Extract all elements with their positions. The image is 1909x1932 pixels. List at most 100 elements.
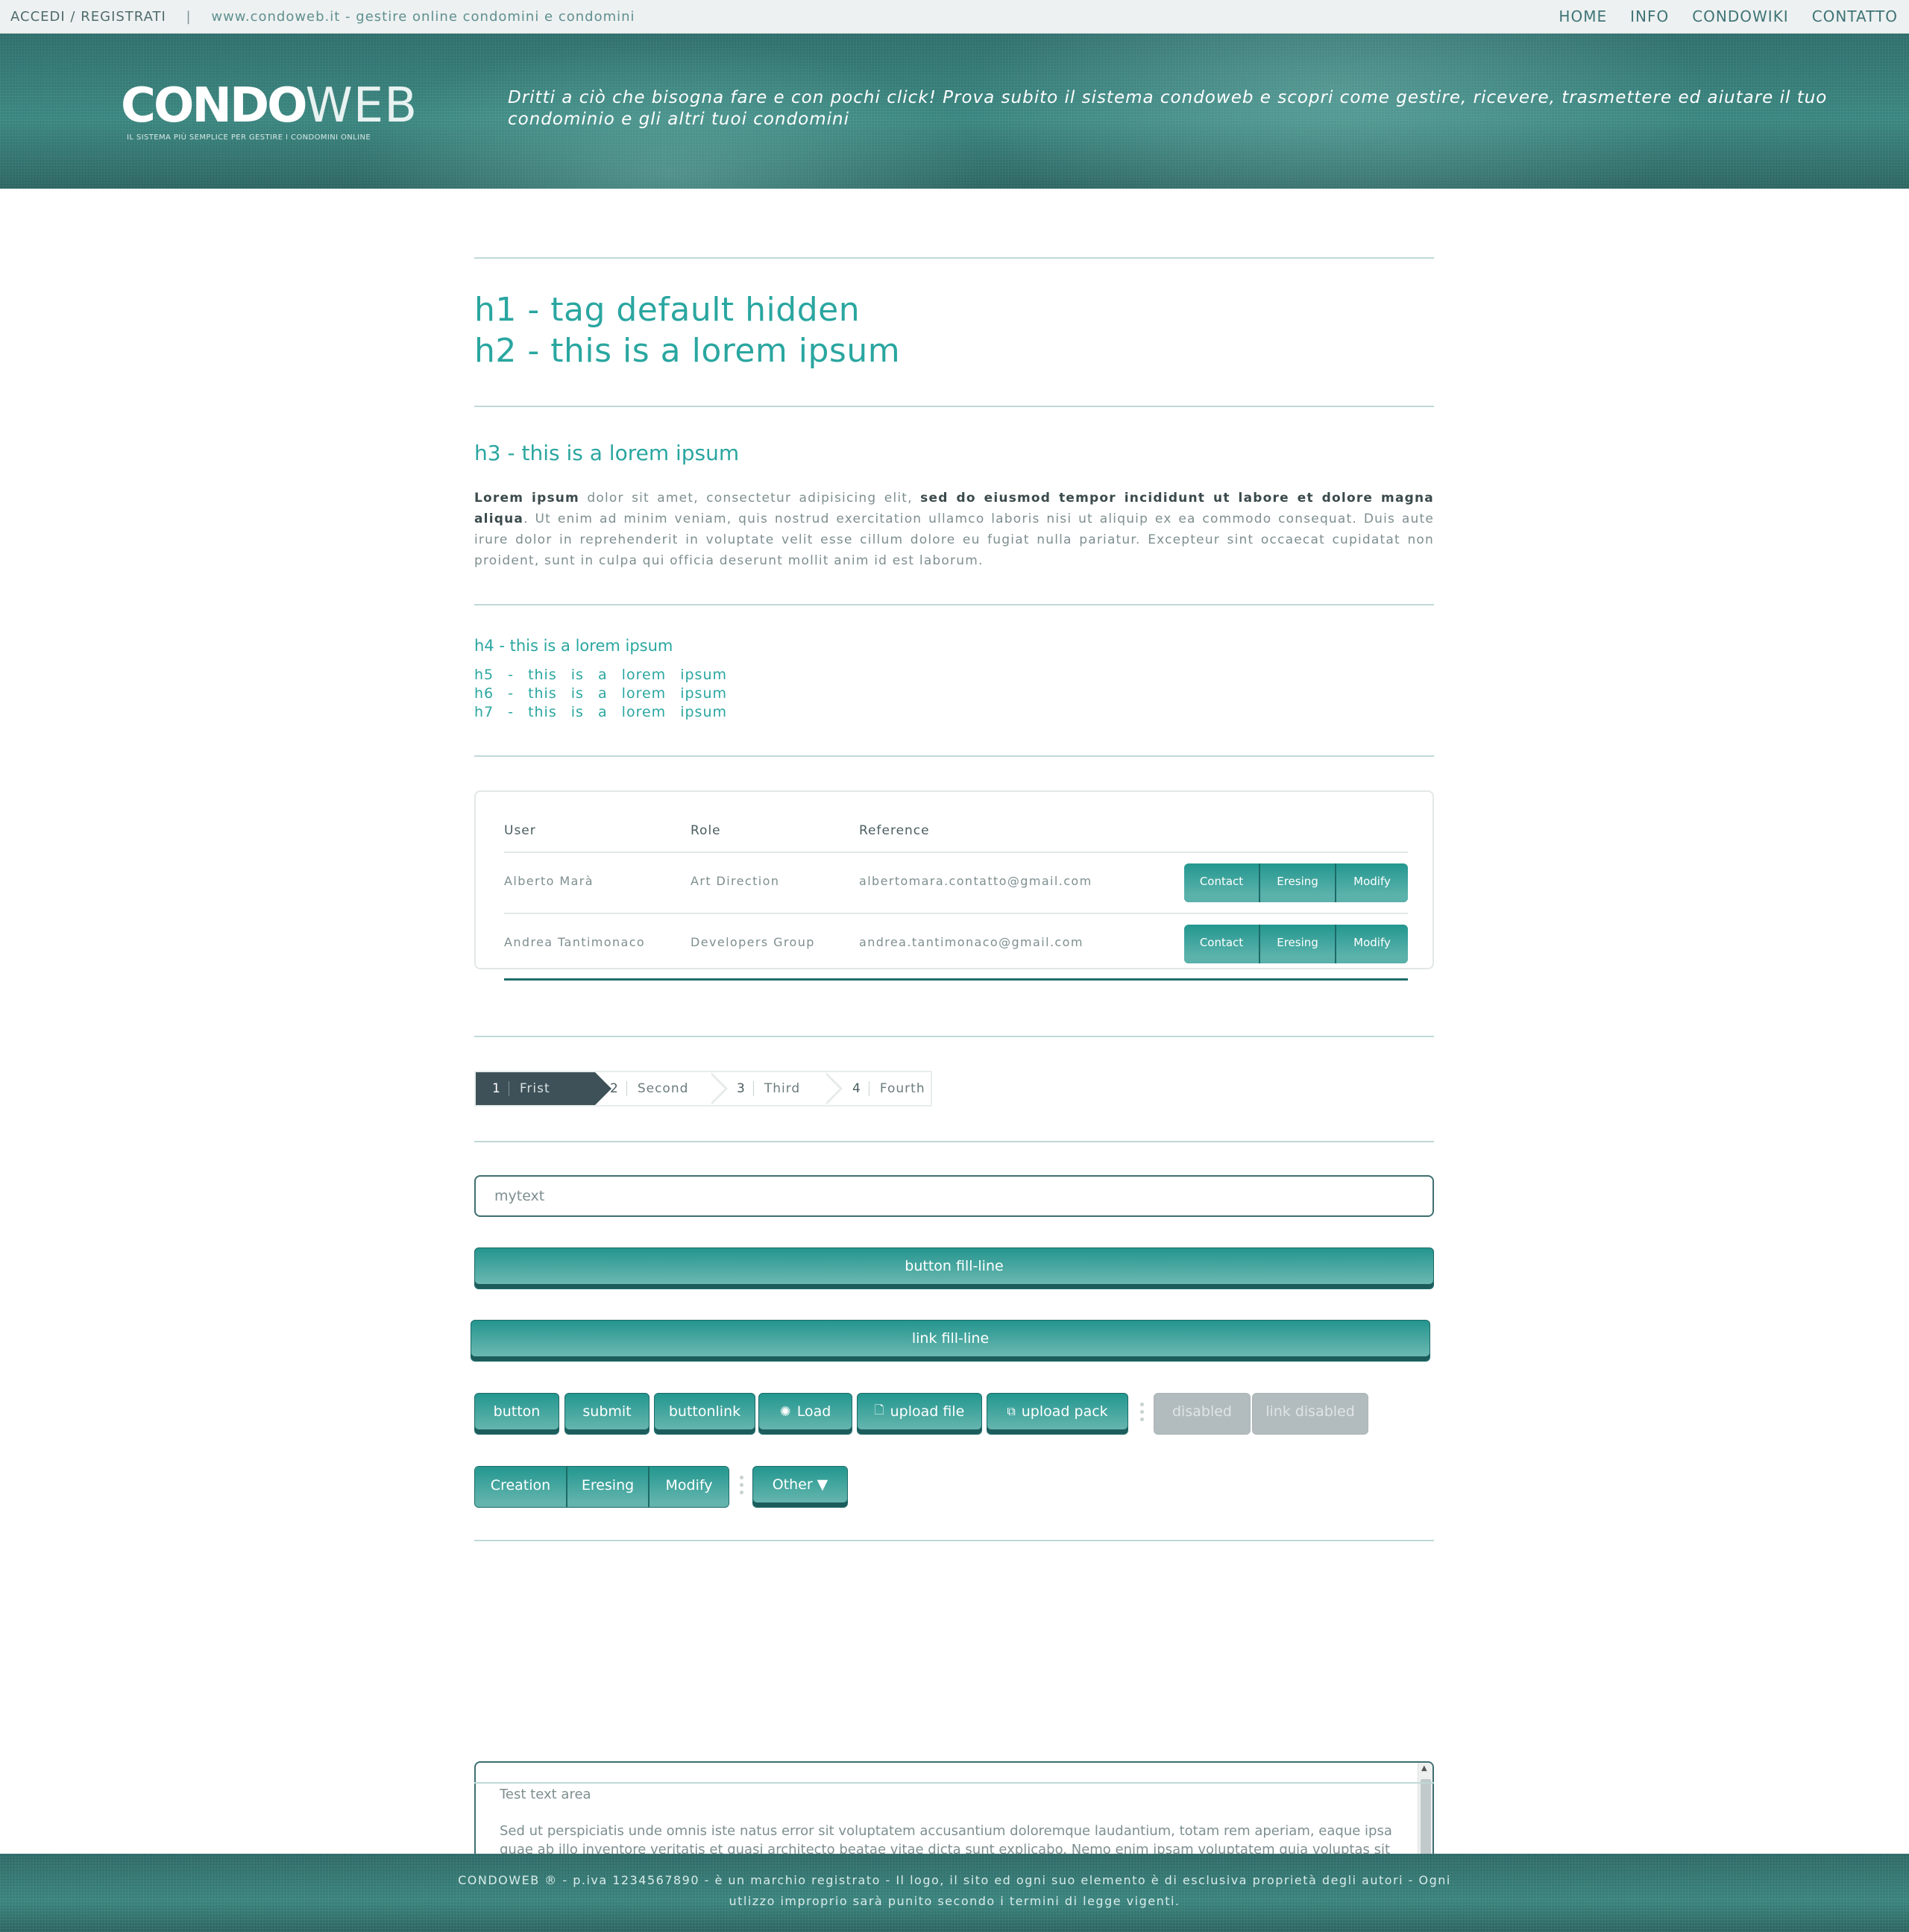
table-bottom-line [504, 978, 1408, 981]
heading-h4: h4 - this is a lorem ipsum [474, 637, 673, 655]
table-row: Andrea Tantimonaco Developers Group andr… [504, 913, 1408, 974]
upload-file-label: upload file [890, 1403, 965, 1420]
heading-h2: h2 - this is a lorem ipsum [474, 332, 901, 370]
column-header-reference: Reference [859, 823, 930, 838]
top-bar-left: ACCEDI / REGISTRATI | www.condoweb.it - … [10, 0, 635, 34]
logo-tagline: IL SISTEMA PIÙ SEMPLICE PER GESTIRE I CO… [127, 133, 371, 142]
footer-text: CONDOWEB ® - p.iva 1234567890 - è un mar… [458, 1873, 1451, 1908]
cell-user: Andrea Tantimonaco [504, 935, 646, 949]
footer: CONDOWEB ® - p.iva 1234567890 - è un mar… [0, 1854, 1909, 1932]
files-icon: ⧉ [1007, 1404, 1016, 1418]
nav-condowiki[interactable]: CONDOWIKI [1692, 0, 1789, 34]
modify-button[interactable]: Modify [1336, 863, 1408, 902]
button-button[interactable]: button [474, 1393, 559, 1435]
segmented-buttons: Creation Eresing Modify [474, 1466, 729, 1508]
heading-h3: h3 - this is a lorem ipsum [474, 441, 740, 465]
textarea-title: Test text area [500, 1787, 591, 1802]
paragraph-text: . Ut enim ad minim veniam, quis nostrud … [474, 512, 1434, 568]
top-bar: ACCEDI / REGISTRATI | www.condoweb.it - … [0, 0, 1909, 34]
users-table-card: User Role Reference Alberto Marà Art Dir… [474, 790, 1434, 981]
lorem-paragraph: Lorem ipsum dolor sit amet, consectetur … [474, 488, 1434, 571]
other-dropdown-button[interactable]: Other ▼ [752, 1466, 848, 1508]
divider [474, 406, 1434, 407]
modify-button[interactable]: Modify [650, 1467, 729, 1507]
step-number: 1 [492, 1081, 509, 1096]
divider [474, 1036, 1434, 1037]
step-chevron [825, 1072, 843, 1105]
submit-button[interactable]: submit [564, 1393, 650, 1435]
main-nav: HOME INFO CONDOWIKI CONTATTO [1559, 0, 1898, 34]
nav-contatto[interactable]: CONTATTO [1812, 0, 1898, 34]
table-row: Alberto Marà Art Direction albertomara.c… [504, 852, 1408, 913]
register-link[interactable]: REGISTRATI [81, 9, 166, 25]
step-number: 4 [852, 1081, 869, 1096]
file-icon: 🗋 [874, 1402, 884, 1417]
step-number: 2 [610, 1081, 627, 1096]
column-header-role: Role [691, 823, 721, 838]
step-label: Frist [519, 1081, 550, 1096]
step-number: 3 [737, 1081, 754, 1096]
step-label: Second [637, 1081, 689, 1096]
divider [474, 1540, 1434, 1541]
row-actions: Contact Eresing Modify [1184, 925, 1408, 963]
heading-h5: h5 - this is a lorem ipsum [474, 667, 727, 683]
step-label: Fourth [879, 1081, 925, 1096]
creation-button[interactable]: Creation [475, 1467, 567, 1507]
heading-h1: h1 - tag default hidden [474, 291, 861, 329]
site-link[interactable]: www.condoweb.it - gestire online condomi… [211, 9, 635, 25]
header-claim: Dritti a ciò che bisogna fare e con poch… [508, 88, 1828, 129]
disabled-button: disabled [1154, 1393, 1251, 1435]
logo[interactable]: CONDO WEB IL SISTEMA PIÙ SEMPLICE PER GE… [121, 78, 418, 142]
load-button[interactable]: ✺ Load [758, 1393, 852, 1435]
divider [474, 1782, 1434, 1784]
divider [474, 257, 1434, 259]
login-link[interactable]: ACCEDI [10, 9, 66, 25]
cell-role: Developers Group [691, 935, 815, 949]
heading-h7: h7 - this is a lorem ipsum [474, 704, 727, 720]
load-label: Load [796, 1403, 831, 1420]
scroll-up-icon[interactable]: ▲ [1421, 1764, 1427, 1772]
divider [474, 755, 1434, 757]
logo-condo: CONDO [121, 78, 307, 133]
slash: / [70, 9, 76, 25]
button-fill-line[interactable]: button fill-line [474, 1247, 1434, 1289]
cell-user: Alberto Marà [504, 874, 594, 888]
nav-info[interactable]: INFO [1630, 0, 1669, 34]
row-actions: Contact Eresing Modify [1184, 863, 1408, 902]
link-fill-line[interactable]: link fill-line [471, 1320, 1430, 1362]
step-4[interactable]: 4 Fourth [852, 1072, 931, 1105]
eresing-button[interactable]: Eresing [1260, 863, 1336, 902]
step-2[interactable]: 2 Second [610, 1072, 722, 1105]
upload-file-button[interactable]: 🗋 upload file [857, 1393, 982, 1435]
buttonlink-button[interactable]: buttonlink [654, 1393, 755, 1435]
step-label: Third [764, 1081, 801, 1096]
paragraph-text: dolor sit amet, consectetur adipisicing … [579, 491, 921, 506]
stepper: 1 Frist 2 Second 3 Third 4 Fourth [474, 1071, 932, 1107]
contact-button[interactable]: Contact [1184, 925, 1260, 963]
header-banner: CONDO WEB IL SISTEMA PIÙ SEMPLICE PER GE… [0, 34, 1909, 189]
paragraph-bold: Lorem ipsum [474, 491, 579, 506]
cell-reference[interactable]: andrea.tantimonaco@gmail.com [859, 935, 1084, 949]
text-input[interactable] [474, 1175, 1434, 1217]
spinner-icon: ✺ [779, 1403, 791, 1420]
upload-pack-label: upload pack [1021, 1403, 1108, 1420]
step-1[interactable]: 1 Frist [476, 1072, 611, 1105]
heading-h6: h6 - this is a lorem ipsum [474, 685, 727, 702]
step-chevron [710, 1072, 728, 1105]
cell-role: Art Direction [691, 874, 780, 888]
separator-dots [740, 1476, 744, 1494]
divider [474, 1141, 1434, 1142]
logo-web: WEB [305, 78, 418, 133]
divider [474, 604, 1434, 605]
modify-button[interactable]: Modify [1336, 925, 1408, 963]
cell-reference[interactable]: albertomara.contatto@gmail.com [859, 874, 1092, 888]
link-disabled: link disabled [1252, 1393, 1368, 1435]
separator: | [186, 9, 192, 25]
separator-dots [1140, 1403, 1145, 1421]
eresing-button[interactable]: Eresing [567, 1467, 650, 1507]
eresing-button[interactable]: Eresing [1260, 925, 1336, 963]
upload-pack-button[interactable]: ⧉ upload pack [987, 1393, 1128, 1435]
contact-button[interactable]: Contact [1184, 863, 1260, 902]
column-header-user: User [504, 823, 536, 838]
nav-home[interactable]: HOME [1559, 0, 1607, 34]
